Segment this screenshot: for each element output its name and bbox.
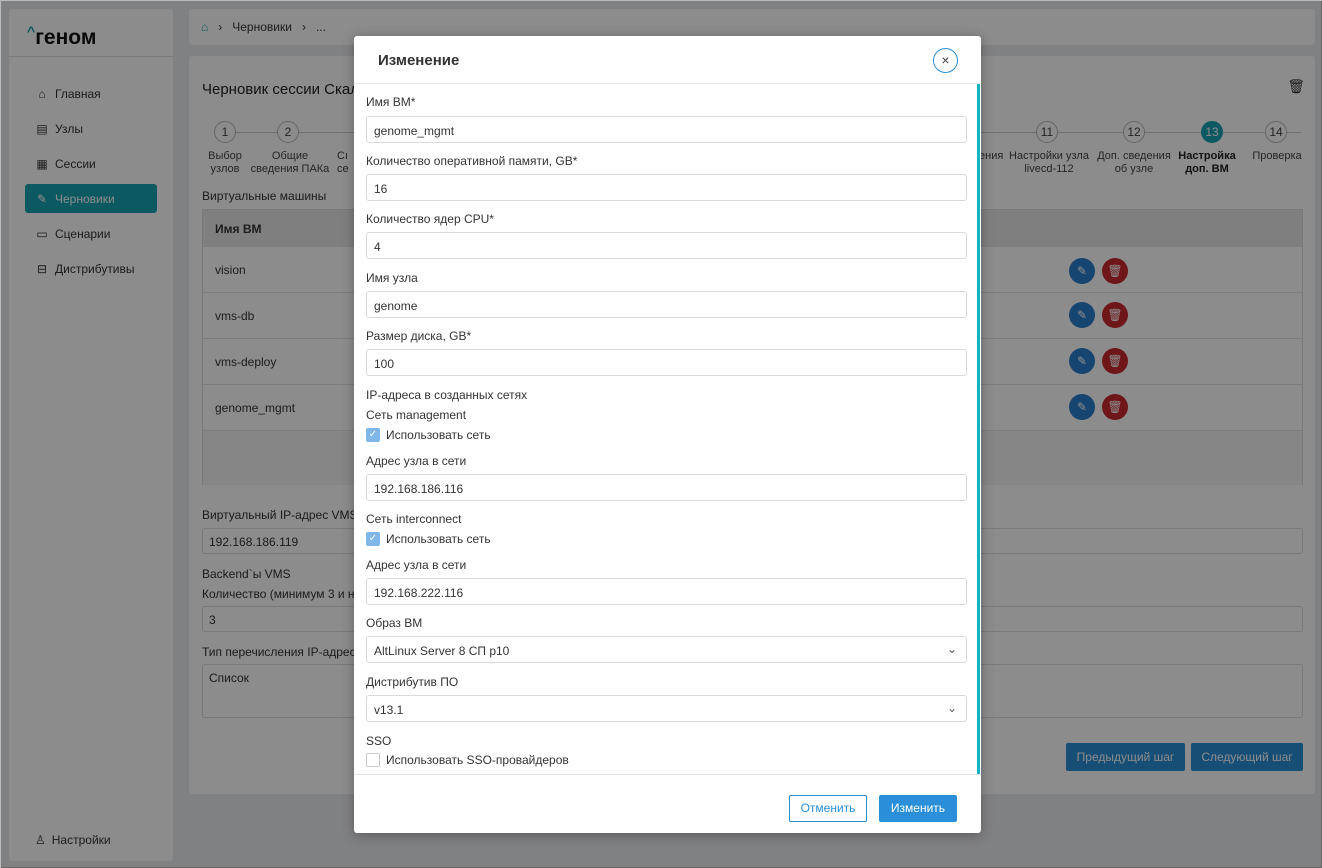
node-name-label: Имя узла xyxy=(366,271,418,285)
use-network-management-checkbox[interactable]: ✓ Использовать сеть xyxy=(366,428,491,442)
dialog-title: Изменение xyxy=(378,52,460,69)
disk-size-input[interactable]: 100 xyxy=(366,349,967,376)
dialog-footer: Отменить Изменить xyxy=(354,774,981,833)
node-name-input[interactable]: genome xyxy=(366,291,967,318)
vm-image-select[interactable]: AltLinux Server 8 СП р10 ⌄ xyxy=(366,636,967,663)
checkbox-checked-icon: ✓ xyxy=(366,532,380,546)
node-address-management-input[interactable]: 192.168.186.116 xyxy=(366,474,967,501)
close-icon[interactable]: × xyxy=(933,48,958,73)
node-address-label: Адрес узла в сети xyxy=(366,558,467,572)
chevron-down-icon: ⌄ xyxy=(946,701,957,715)
vm-image-label: Образ ВМ xyxy=(366,616,423,630)
dialog-scrollbar[interactable] xyxy=(977,84,980,774)
network-management-label: Сеть management xyxy=(366,408,467,422)
disk-size-label: Размер диска, GB* xyxy=(366,329,472,343)
checkbox-unchecked-icon xyxy=(366,753,380,767)
cpu-label: Количество ядер CPU* xyxy=(366,212,494,226)
node-address-label: Адрес узла в сети xyxy=(366,454,467,468)
cancel-button[interactable]: Отменить xyxy=(789,795,867,822)
ram-input[interactable]: 16 xyxy=(366,174,967,201)
checkbox-checked-icon: ✓ xyxy=(366,428,380,442)
app-window: ^геном ⌂ Главная ▤ Узлы ▦ Сессии ✎ Черновики… xyxy=(0,0,1322,868)
ram-label: Количество оперативной памяти, GB* xyxy=(366,154,578,168)
network-interconnect-label: Сеть interconnect xyxy=(366,512,462,526)
distro-label: Дистрибутив ПО xyxy=(366,675,459,689)
use-sso-checkbox[interactable]: Использовать SSO-провайдеров xyxy=(366,753,569,767)
submit-button[interactable]: Изменить xyxy=(879,795,957,822)
vm-name-input[interactable]: genome_mgmt xyxy=(366,116,967,143)
edit-dialog: Изменение × Имя ВМ* genome_mgmt Количест… xyxy=(354,36,981,833)
sso-label: SSO xyxy=(366,734,392,748)
cpu-input[interactable]: 4 xyxy=(366,232,967,259)
ip-section-label: IP-адреса в созданных сетях xyxy=(366,388,528,402)
vm-name-label: Имя ВМ* xyxy=(366,95,416,109)
dialog-header: Изменение × xyxy=(354,36,981,84)
dialog-body: Имя ВМ* genome_mgmt Количество оперативн… xyxy=(354,84,981,774)
use-network-interconnect-checkbox[interactable]: ✓ Использовать сеть xyxy=(366,532,491,546)
chevron-down-icon: ⌄ xyxy=(946,642,957,656)
distro-select[interactable]: v13.1 ⌄ xyxy=(366,695,967,722)
node-address-interconnect-input[interactable]: 192.168.222.116 xyxy=(366,578,967,605)
